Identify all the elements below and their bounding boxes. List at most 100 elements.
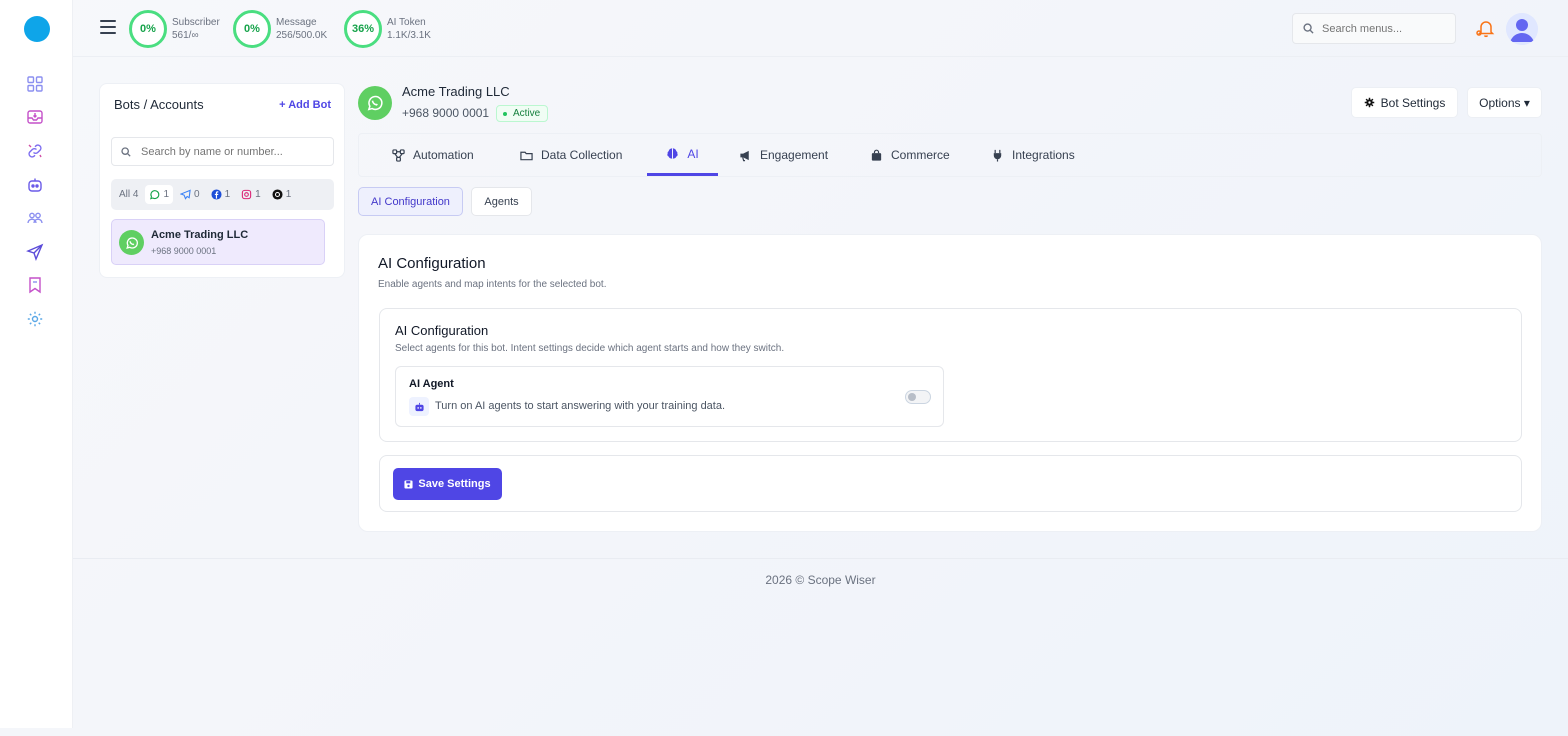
tab-engagement[interactable]: Engagement <box>739 134 828 176</box>
filter-facebook[interactable]: 1 <box>207 185 235 204</box>
users-icon[interactable] <box>25 208 45 228</box>
status-text: Active <box>513 108 541 119</box>
whatsapp-icon <box>119 230 144 255</box>
save-icon <box>404 479 413 489</box>
bot-phone: +968 9000 0001 <box>402 106 490 120</box>
subscriber-progress: 0% <box>129 10 167 48</box>
section-title: AI Configuration <box>395 323 489 338</box>
notification-bell-icon[interactable] <box>1475 18 1495 38</box>
filter-threads-count: 1 <box>285 189 292 200</box>
send-icon[interactable] <box>25 242 45 262</box>
tab-integrations-label: Integrations <box>1012 148 1075 162</box>
subscriber-label: Subscriber <box>172 17 220 28</box>
status-badge: Active <box>496 105 549 122</box>
search-icon <box>121 146 131 157</box>
bot-list-item-phone: +968 9000 0001 <box>151 246 217 256</box>
subtab-ai-configuration[interactable]: AI Configuration <box>358 187 463 216</box>
settings-icon[interactable] <box>25 309 45 329</box>
telegram-icon <box>180 189 191 200</box>
footer-divider <box>73 558 1568 559</box>
tab-engagement-label: Engagement <box>760 148 829 162</box>
filter-telegram-count: 0 <box>194 189 200 200</box>
message-value: 256/500.0K <box>276 30 328 41</box>
link-icon[interactable] <box>25 141 45 161</box>
bots-panel-title: Bots / Accounts <box>114 97 204 112</box>
top-bar: 0% Subscriber 561/∞ 0% Message 256/500.0… <box>73 0 1568 57</box>
tab-ai-label: AI <box>687 146 699 161</box>
tab-ai[interactable]: AI <box>647 134 718 176</box>
dashboard-icon[interactable] <box>25 74 45 94</box>
status-dot-icon <box>503 111 507 116</box>
ai-agent-option: AI Agent Turn on AI agents to start answ… <box>395 366 944 427</box>
bot-search-input[interactable] <box>141 145 321 158</box>
bot-icon[interactable] <box>25 175 45 195</box>
ai-token-progress: 36% <box>344 10 382 48</box>
save-settings-label: Save Settings <box>418 478 491 490</box>
ai-agent-description: Turn on AI agents to start answering wit… <box>435 400 726 412</box>
bag-icon <box>871 149 882 161</box>
menu-toggle-icon[interactable] <box>100 20 116 34</box>
subscriber-value: 561/∞ <box>172 30 199 41</box>
message-label: Message <box>276 17 317 28</box>
ai-agent-title: AI Agent <box>409 378 454 390</box>
filter-all[interactable]: All 4 <box>115 185 142 204</box>
options-dropdown[interactable]: Options ▾ <box>1467 87 1542 118</box>
search-icon <box>1303 23 1314 34</box>
options-label: Options ▾ <box>1479 95 1530 110</box>
threads-icon <box>272 189 283 200</box>
ai-agent-toggle[interactable] <box>905 390 931 404</box>
ai-token-value: 1.1K/3.1K <box>387 30 431 41</box>
filter-threads[interactable]: 1 <box>268 185 296 204</box>
side-rail <box>0 0 73 728</box>
megaphone-icon <box>740 150 749 161</box>
bot-name: Acme Trading LLC <box>402 84 510 99</box>
message-progress: 0% <box>233 10 271 48</box>
app-logo[interactable] <box>24 16 50 42</box>
footer-copyright: 2026 © Scope Wiser <box>765 573 876 587</box>
add-bot-button[interactable]: + Add Bot <box>279 99 331 111</box>
message-stat: 0% Message 256/500.0K <box>233 9 327 49</box>
subtab-agents[interactable]: Agents <box>471 187 532 216</box>
bot-list-item-name: Acme Trading LLC <box>151 229 249 241</box>
card-title: AI Configuration <box>378 255 486 272</box>
agent-selection-section: AI Configuration Select agents for this … <box>379 308 1522 442</box>
menu-search[interactable] <box>1292 13 1456 44</box>
bot-settings-button[interactable]: Bot Settings <box>1351 87 1458 118</box>
filter-facebook-count: 1 <box>224 189 231 200</box>
whatsapp-icon <box>150 190 160 200</box>
flow-icon <box>392 148 405 162</box>
tab-commerce[interactable]: Commerce <box>870 134 950 176</box>
bot-settings-label: Bot Settings <box>1380 95 1446 110</box>
filter-telegram[interactable]: 0 <box>176 185 204 204</box>
ai-token-stat: 36% AI Token 1.1K/3.1K <box>344 9 431 49</box>
inbox-icon[interactable] <box>25 107 45 127</box>
bookmark-icon[interactable] <box>25 275 45 295</box>
section-tabs: Automation Data Collection AI Engagement… <box>358 133 1542 177</box>
user-avatar[interactable] <box>1506 13 1538 45</box>
filter-whatsapp[interactable]: 1 <box>145 185 174 204</box>
tab-integrations[interactable]: Integrations <box>991 134 1075 176</box>
facebook-icon <box>211 189 222 200</box>
brain-icon <box>667 148 678 159</box>
instagram-icon <box>241 189 252 200</box>
section-subtitle: Select agents for this bot. Intent setti… <box>395 343 785 354</box>
ai-configuration-card: AI Configuration Enable agents and map i… <box>358 234 1542 532</box>
filter-instagram[interactable]: 1 <box>237 185 265 204</box>
bot-list-item[interactable]: Acme Trading LLC +968 9000 0001 <box>111 219 325 265</box>
tab-commerce-label: Commerce <box>891 148 950 162</box>
save-section: Save Settings <box>379 455 1522 512</box>
subscriber-stat: 0% Subscriber 561/∞ <box>129 9 220 49</box>
bots-panel: Bots / Accounts + Add Bot All 4 1 0 1 1 … <box>99 83 345 278</box>
channel-filters: All 4 1 0 1 1 1 <box>111 179 334 210</box>
save-settings-button[interactable]: Save Settings <box>393 468 502 500</box>
ai-token-label: AI Token <box>387 17 426 28</box>
filter-instagram-count: 1 <box>255 189 261 200</box>
card-subtitle: Enable agents and map intents for the se… <box>378 279 607 290</box>
menu-search-input[interactable] <box>1322 22 1442 35</box>
tab-data-collection-label: Data Collection <box>541 148 623 162</box>
tab-data-collection[interactable]: Data Collection <box>520 134 622 176</box>
whatsapp-icon <box>358 86 392 120</box>
bot-search[interactable] <box>111 137 334 166</box>
plug-icon <box>993 149 1002 162</box>
tab-automation[interactable]: Automation <box>392 134 474 176</box>
